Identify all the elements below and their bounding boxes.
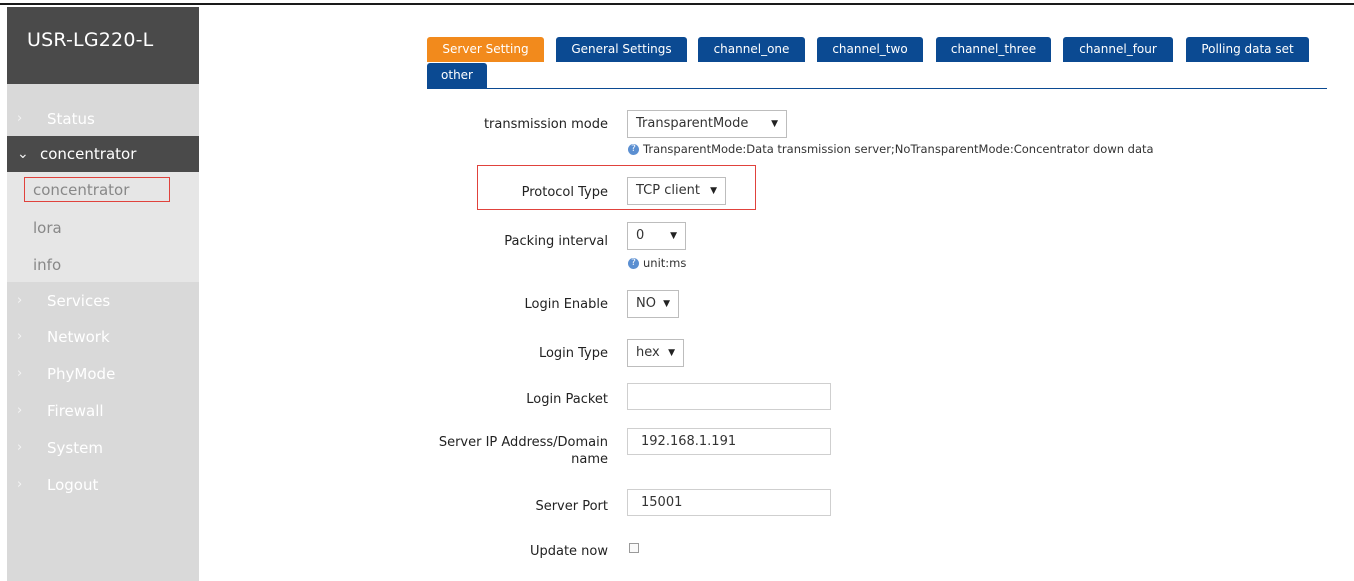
sidebar-item-services[interactable]: › Services [7,283,199,319]
sidebar-item-label: concentrator [40,145,137,163]
sidebar-item-concentrator[interactable]: ⌄ concentrator [7,136,199,172]
server-port-input[interactable]: 15001 [627,489,831,516]
update-now-label: Update now [529,544,608,559]
chevron-right-icon: › [17,329,23,344]
chevron-down-icon: ⌄ [17,146,29,162]
packing-interval-label: Packing interval [504,234,608,249]
tab-general-settings[interactable]: General Settings [556,37,687,62]
dropdown-arrow-icon: ▼ [670,231,677,241]
sidebar-item-label: Network [47,328,110,346]
chevron-right-icon: › [17,440,23,455]
chevron-right-icon: › [17,403,23,418]
sidebar: USR-LG220-L › Status ⌄ concentrator conc… [7,7,199,581]
server-port-label: Server Port [535,499,608,514]
brand-title: USR-LG220-L [27,29,154,51]
login-packet-label: Login Packet [526,392,608,407]
login-type-value: hex [636,345,660,360]
selected-item-highlight [24,177,170,202]
chevron-right-icon: › [17,293,23,308]
server-ip-label-line2: name [571,452,608,467]
sidebar-item-network[interactable]: › Network [7,319,199,355]
chevron-right-icon: › [17,111,23,126]
transmission-mode-select[interactable]: TransparentMode ▼ [627,110,787,138]
sidebar-item-label: Status [47,110,95,128]
dropdown-arrow-icon: ▼ [710,186,717,196]
transmission-mode-hint: ? TransparentMode:Data transmission serve… [628,142,1154,156]
packing-interval-value: 0 [636,228,645,243]
sidebar-item-label: System [47,439,103,457]
submenu-item-label: lora [33,219,62,237]
login-packet-input[interactable] [627,383,831,410]
sidebar-item-label: Firewall [47,402,104,420]
dropdown-arrow-icon: ▼ [663,299,670,309]
help-icon: ? [628,144,639,155]
packing-interval-hint-text: unit:ms [643,256,687,270]
login-type-select[interactable]: hex ▼ [627,339,684,367]
submenu-item-lora[interactable]: lora [7,210,199,246]
sidebar-item-label: Services [47,292,111,310]
tab-channel-one[interactable]: channel_one [698,37,805,62]
sidebar-item-firewall[interactable]: › Firewall [7,393,199,429]
tab-underline [427,88,1327,89]
transmission-mode-hint-text: TransparentMode:Data transmission server… [643,142,1154,156]
sidebar-item-system[interactable]: › System [7,430,199,466]
dropdown-arrow-icon: ▼ [668,348,675,358]
tab-server-setting[interactable]: Server Setting [427,37,544,62]
help-icon: ? [628,258,639,269]
transmission-mode-label: transmission mode [483,117,608,132]
submenu-item-info[interactable]: info [7,247,199,283]
login-type-label: Login Type [538,346,608,361]
protocol-type-value: TCP client [636,183,700,198]
server-ip-label-line1: Server IP Address/Domain [438,435,608,450]
chevron-right-icon: › [17,477,23,492]
tab-channel-four[interactable]: channel_four [1063,37,1173,62]
sidebar-item-label: Logout [47,476,99,494]
packing-interval-hint: ? unit:ms [628,256,686,270]
sidebar-item-status[interactable]: › Status [7,101,199,137]
login-enable-value: NO [636,296,656,311]
protocol-type-select[interactable]: TCP client ▼ [627,177,726,205]
sidebar-item-phymode[interactable]: › PhyMode [7,356,199,392]
update-now-checkbox[interactable] [629,543,639,553]
transmission-mode-value: TransparentMode [636,116,749,131]
dropdown-arrow-icon: ▼ [771,119,778,129]
login-enable-select[interactable]: NO ▼ [627,290,679,318]
tab-other[interactable]: other [427,63,487,88]
tab-channel-three[interactable]: channel_three [936,37,1051,62]
top-border-line [0,3,1354,5]
chevron-right-icon: › [17,366,23,381]
tab-polling-data-set[interactable]: Polling data set [1186,37,1309,62]
submenu-item-label: info [33,256,62,274]
packing-interval-select[interactable]: 0 ▼ [627,222,686,250]
sidebar-item-label: PhyMode [47,365,116,383]
sidebar-item-logout[interactable]: › Logout [7,467,199,503]
tab-channel-two[interactable]: channel_two [817,37,923,62]
protocol-type-label: Protocol Type [521,185,608,200]
brand-header: USR-LG220-L [7,7,199,84]
login-enable-label: Login Enable [524,297,608,312]
server-ip-input[interactable]: 192.168.1.191 [627,428,831,455]
